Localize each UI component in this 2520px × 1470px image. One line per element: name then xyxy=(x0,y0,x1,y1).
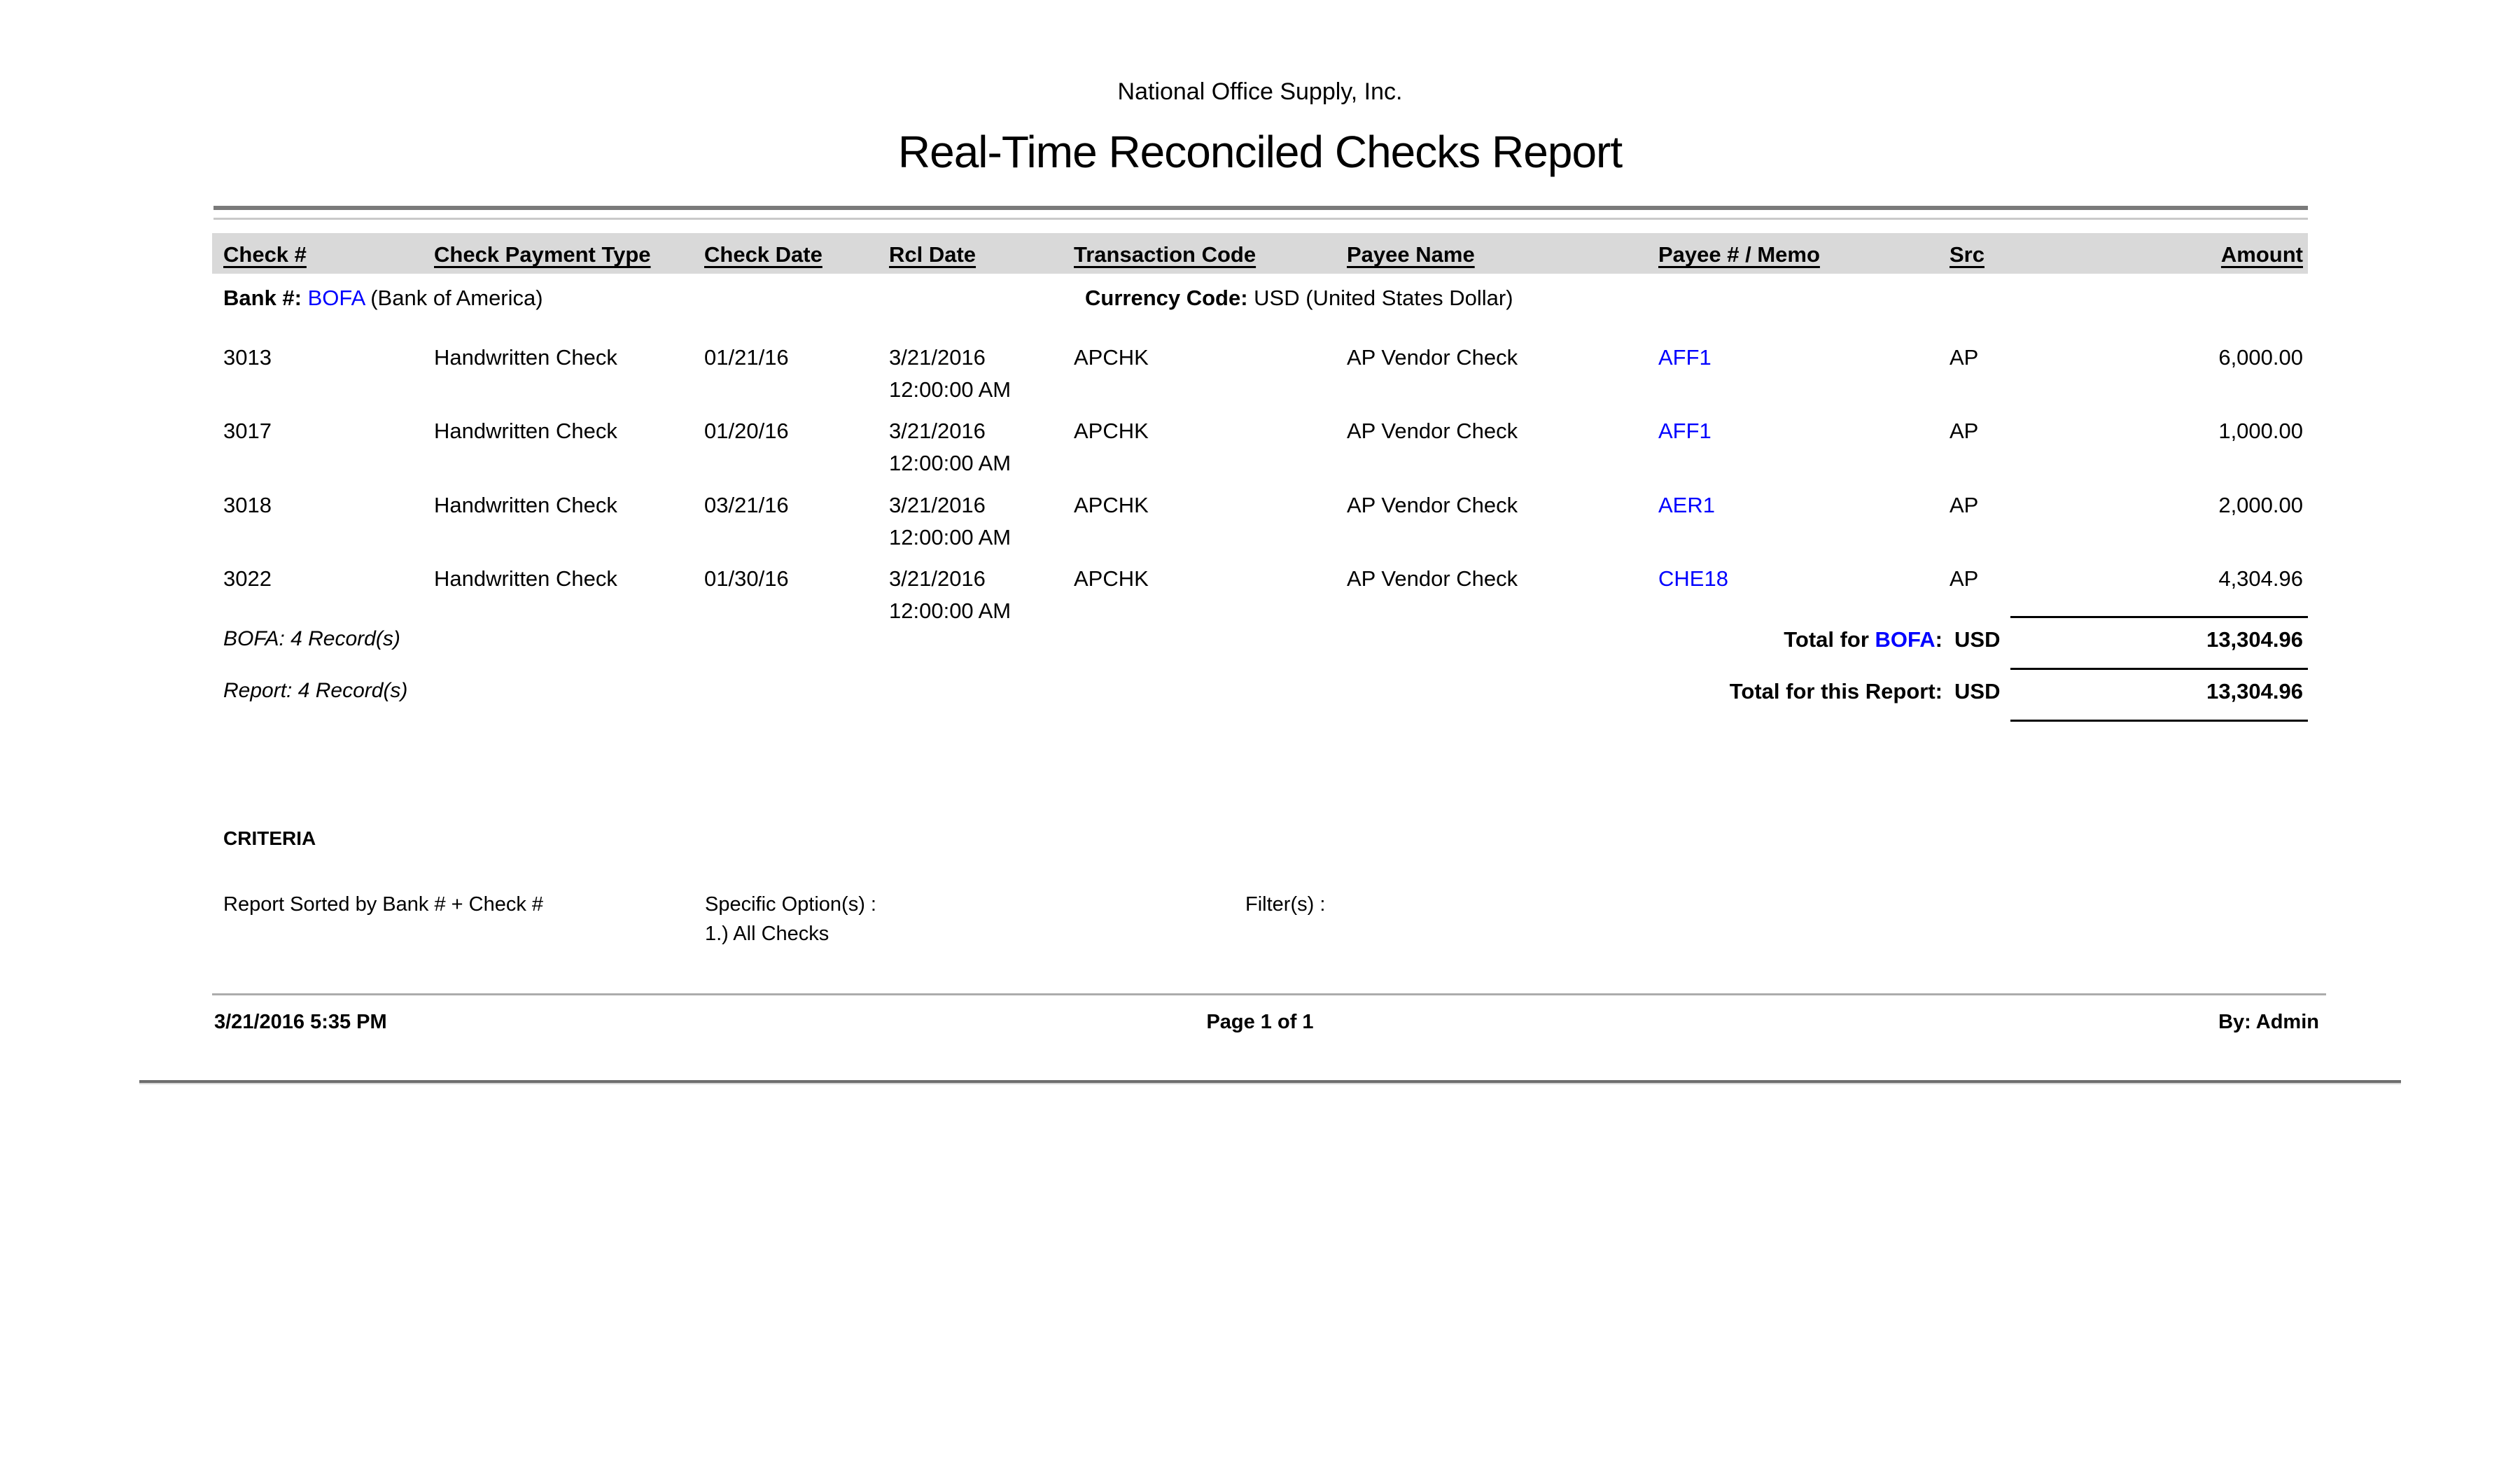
cell-check-no: 3022 xyxy=(223,563,434,627)
payee-memo-link[interactable]: AFF1 xyxy=(1658,419,1712,443)
cell-rcl-date: 3/21/2016 12:00:00 AM xyxy=(889,563,1074,627)
rcl-date: 3/21/2016 xyxy=(889,415,1074,447)
cell-payment-type: Handwritten Check xyxy=(434,563,704,627)
cell-transaction-code: APCHK xyxy=(1074,415,1347,479)
cell-check-date: 01/20/16 xyxy=(704,415,889,479)
col-header-amount: Amount xyxy=(2096,239,2303,271)
table-row: 3018 Handwritten Check 03/21/16 3/21/201… xyxy=(223,489,2303,554)
col-header-src: Src xyxy=(1949,239,2096,271)
col-header-check-date: Check Date xyxy=(704,239,889,271)
cell-check-date: 01/21/16 xyxy=(704,342,889,406)
total-rule xyxy=(2010,668,2308,670)
report-page: National Office Supply, Inc. Real-Time R… xyxy=(0,0,2520,1470)
cell-check-no: 3017 xyxy=(223,415,434,479)
cell-payment-type: Handwritten Check xyxy=(434,415,704,479)
bank-group-line: Bank #: BOFA (Bank of America) Currency … xyxy=(223,286,2303,311)
cell-src: AP xyxy=(1949,489,2096,554)
cell-payment-type: Handwritten Check xyxy=(434,342,704,406)
criteria-sorted-by: Report Sorted by Bank # + Check # xyxy=(223,893,543,916)
bank-record-count: BOFA: 4 Record(s) xyxy=(223,627,400,651)
cell-check-no: 3013 xyxy=(223,342,434,406)
bank-code-link[interactable]: BOFA xyxy=(308,286,365,310)
cell-amount: 1,000.00 xyxy=(2096,415,2303,479)
rcl-time: 12:00:00 AM xyxy=(889,522,1074,554)
bank-total-label: Total for BOFA: xyxy=(1784,627,1942,652)
cell-src: AP xyxy=(1949,415,2096,479)
cell-transaction-code: APCHK xyxy=(1074,489,1347,554)
payee-memo-link[interactable]: AFF1 xyxy=(1658,345,1712,370)
bank-total-row: BOFA: 4 Record(s) Total for BOFA: USD 13… xyxy=(212,627,2308,659)
cell-src: AP xyxy=(1949,342,2096,406)
page-title: Real-Time Reconciled Checks Report xyxy=(0,126,2520,178)
cell-transaction-code: APCHK xyxy=(1074,563,1347,627)
table-row: 3017 Handwritten Check 01/20/16 3/21/201… xyxy=(223,415,2303,479)
table-row: 3013 Handwritten Check 01/21/16 3/21/201… xyxy=(223,342,2303,406)
report-total-amount: 13,304.96 xyxy=(2206,679,2303,704)
report-total-currency: USD xyxy=(1954,679,2000,704)
col-header-check-no: Check # xyxy=(223,239,434,271)
cell-payee-name: AP Vendor Check xyxy=(1347,563,1658,627)
currency-label: Currency Code: xyxy=(1085,286,1248,310)
rcl-time: 12:00:00 AM xyxy=(889,374,1074,406)
cell-payee-name: AP Vendor Check xyxy=(1347,489,1658,554)
col-header-payee-name: Payee Name xyxy=(1347,239,1658,271)
rcl-date: 3/21/2016 xyxy=(889,563,1074,595)
cell-check-date: 03/21/16 xyxy=(704,489,889,554)
bank-label: Bank #: xyxy=(223,286,302,310)
table-header-row: Check # Check Payment Type Check Date Rc… xyxy=(223,239,2303,271)
bank-total-code-link[interactable]: BOFA xyxy=(1875,627,1935,652)
criteria-filters-label: Filter(s) : xyxy=(1245,893,1325,916)
rcl-date: 3/21/2016 xyxy=(889,489,1074,522)
cell-payee-name: AP Vendor Check xyxy=(1347,415,1658,479)
payee-memo-link[interactable]: CHE18 xyxy=(1658,566,1728,591)
currency-value: USD (United States Dollar) xyxy=(1254,286,1513,310)
bank-total-label-prefix: Total for xyxy=(1784,627,1875,652)
company-name: National Office Supply, Inc. xyxy=(0,78,2520,106)
footer-page-number: Page 1 of 1 xyxy=(0,1011,2520,1034)
bank-name: (Bank of America) xyxy=(370,286,542,310)
report-total-row: Report: 4 Record(s) Total for this Repor… xyxy=(212,679,2308,711)
rcl-date: 3/21/2016 xyxy=(889,342,1074,374)
cell-check-date: 01/30/16 xyxy=(704,563,889,627)
bank-total-label-suffix: : xyxy=(1935,627,1942,652)
criteria-specific-options-value: 1.) All Checks xyxy=(705,923,829,946)
footer-run-by: By: Admin xyxy=(2218,1011,2319,1034)
cell-payee-name: AP Vendor Check xyxy=(1347,342,1658,406)
rcl-time: 12:00:00 AM xyxy=(889,595,1074,627)
col-header-transaction-code: Transaction Code xyxy=(1074,239,1347,271)
top-rule-dark xyxy=(214,206,2308,210)
report-record-count: Report: 4 Record(s) xyxy=(223,679,407,703)
bottom-rule-light xyxy=(139,1083,2401,1084)
cell-rcl-date: 3/21/2016 12:00:00 AM xyxy=(889,489,1074,554)
col-header-payment-type: Check Payment Type xyxy=(434,239,704,271)
cell-amount: 2,000.00 xyxy=(2096,489,2303,554)
total-rule xyxy=(2010,720,2308,722)
bank-total-amount: 13,304.96 xyxy=(2206,627,2303,652)
top-rule-light xyxy=(214,218,2308,220)
cell-transaction-code: APCHK xyxy=(1074,342,1347,406)
rcl-time: 12:00:00 AM xyxy=(889,447,1074,479)
col-header-rcl-date: Rcl Date xyxy=(889,239,1074,271)
col-header-payee-memo: Payee # / Memo xyxy=(1658,239,1949,271)
report-total-label: Total for this Report: xyxy=(1730,679,1942,704)
bank-total-currency: USD xyxy=(1954,627,2000,652)
criteria-specific-options-label: Specific Option(s) : xyxy=(705,893,876,916)
footer-rule xyxy=(212,993,2326,995)
cell-payment-type: Handwritten Check xyxy=(434,489,704,554)
cell-amount: 6,000.00 xyxy=(2096,342,2303,406)
payee-memo-link[interactable]: AER1 xyxy=(1658,493,1715,517)
total-rule xyxy=(2010,616,2308,618)
cell-check-no: 3018 xyxy=(223,489,434,554)
cell-rcl-date: 3/21/2016 12:00:00 AM xyxy=(889,415,1074,479)
table-row: 3022 Handwritten Check 01/30/16 3/21/201… xyxy=(223,563,2303,627)
cell-rcl-date: 3/21/2016 12:00:00 AM xyxy=(889,342,1074,406)
criteria-heading: CRITERIA xyxy=(223,827,316,850)
